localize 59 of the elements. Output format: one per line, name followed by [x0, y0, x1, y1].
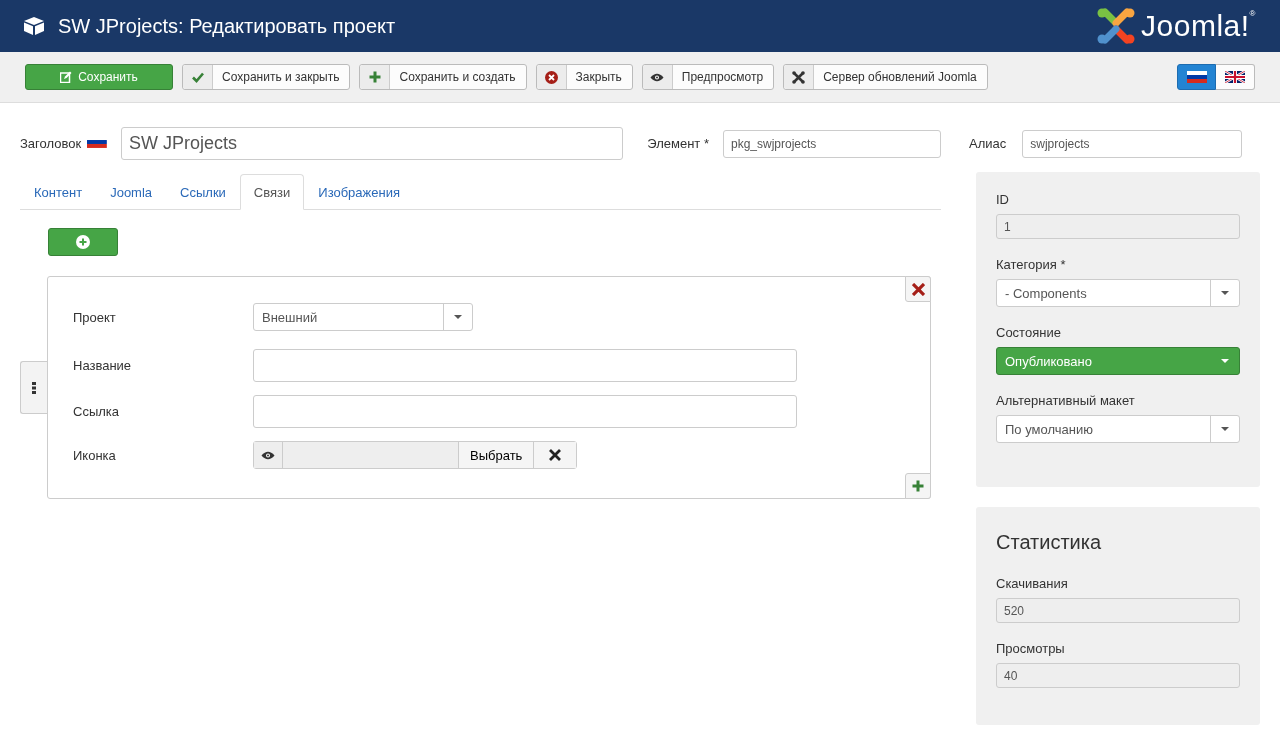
field-label: Заголовок	[20, 136, 82, 151]
flag-icon	[1186, 71, 1207, 83]
page-title: SW JProjects: Редактировать проект	[58, 14, 397, 38]
close-icon	[911, 282, 925, 296]
tab[interactable]: Изображения	[304, 174, 414, 210]
section-heading: Статистика	[996, 531, 1103, 554]
add-button[interactable]	[48, 228, 118, 256]
field-label: Состояние	[996, 325, 1062, 340]
edit-icon	[60, 71, 73, 83]
cancel-icon	[544, 70, 558, 84]
remove-button[interactable]	[905, 276, 931, 302]
element-field[interactable]: pkg_swjprojects	[722, 129, 941, 158]
check-icon	[191, 71, 204, 83]
toolbar-button[interactable]: Сохранить и закрыть	[182, 64, 351, 90]
readonly-field: 1	[996, 214, 1240, 239]
field-label: Категория *	[996, 257, 1067, 272]
field-label: Скачивания	[996, 576, 1069, 591]
logo-icon	[1097, 8, 1136, 44]
select-field[interactable]: По умолчанию	[996, 415, 1240, 443]
field-label: Альтернативный макет	[996, 393, 1136, 408]
title-field[interactable]: SW JProjects	[120, 127, 624, 160]
caret-icon	[454, 315, 462, 319]
field-label: Элемент *	[647, 136, 709, 151]
text-field[interactable]	[253, 395, 797, 428]
field-label: Ссылка	[73, 404, 121, 419]
field-label: Просмотры	[996, 641, 1066, 656]
cube-icon	[24, 17, 44, 35]
tab[interactable]: Joomla	[96, 174, 167, 210]
tab[interactable]: Ссылки	[166, 174, 240, 210]
drag-handle[interactable]	[20, 361, 47, 414]
flag-icon	[1225, 71, 1245, 83]
logo-text: Joomla!$^{®}$	[1141, 9, 1256, 43]
eye-icon	[650, 72, 665, 82]
field-label: Алиас	[969, 136, 1007, 151]
tab[interactable]: Контент	[20, 174, 97, 210]
field-label: ID	[996, 192, 1010, 207]
alias-field[interactable]: swjprojects	[1022, 129, 1243, 158]
tab[interactable]: Связи	[239, 174, 305, 210]
plus-icon	[912, 480, 924, 492]
select-field[interactable]: Внешний	[253, 303, 473, 331]
language-button[interactable]	[1177, 64, 1216, 90]
toolbar-button[interactable]: Закрыть	[535, 64, 633, 90]
caret-icon	[1221, 359, 1229, 363]
toolbar-button[interactable]: Сервер обновлений Joomla	[783, 64, 988, 90]
toolbar-button[interactable]: Сохранить и создать	[359, 64, 527, 90]
caret-icon	[1221, 427, 1229, 431]
readonly-field: 40	[996, 663, 1240, 688]
plus-circle-icon	[76, 235, 90, 249]
readonly-field: 520	[996, 598, 1240, 623]
field-label: Иконка	[73, 447, 117, 463]
text-field[interactable]	[253, 349, 797, 382]
dots-icon	[32, 381, 36, 394]
toolbar-button[interactable]: Предпросмотр	[641, 64, 775, 90]
field-label: Название	[73, 358, 133, 373]
plus-icon	[369, 71, 381, 83]
language-button[interactable]	[1216, 64, 1255, 90]
select-field[interactable]: - Components	[996, 279, 1240, 307]
field-label: Проект	[73, 309, 117, 325]
caret-icon	[1221, 291, 1229, 295]
